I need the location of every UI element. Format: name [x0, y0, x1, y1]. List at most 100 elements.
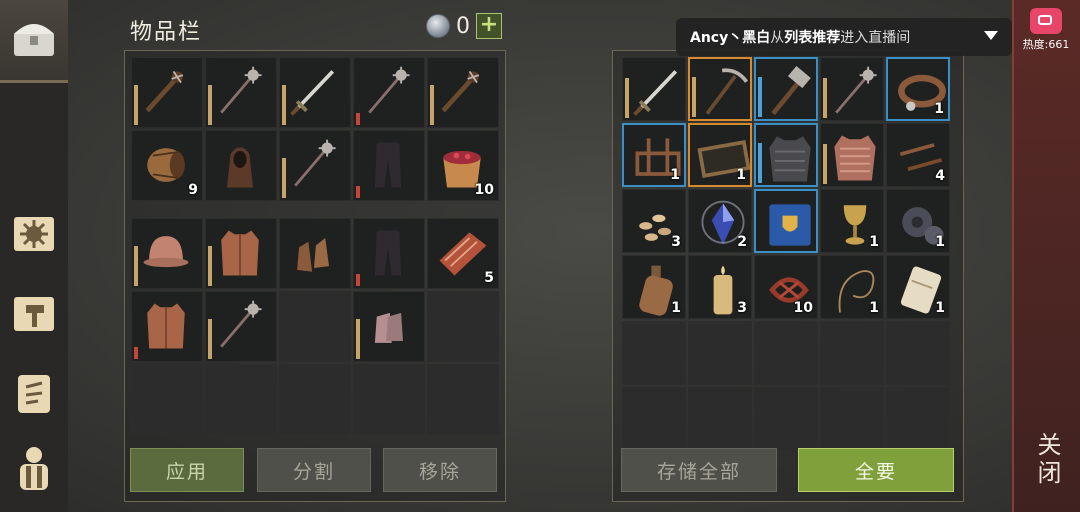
barrel-icon [147, 148, 185, 182]
stream-notice[interactable]: Ancy丶黑白 从 列表推荐 进入直播间 [676, 18, 1012, 56]
quest-scroll-icon[interactable] [6, 365, 62, 421]
item-slot[interactable]: 1 [886, 57, 950, 121]
empty-slot[interactable] [622, 387, 686, 451]
durability-bar [823, 144, 827, 184]
empty-slot[interactable] [688, 321, 752, 385]
item-slot[interactable]: 2 [688, 189, 752, 253]
gloves-icon [297, 238, 329, 272]
item-slot[interactable] [205, 130, 277, 201]
item-slot[interactable] [754, 189, 818, 253]
item-slot[interactable]: 1 [886, 189, 950, 253]
store-all-button[interactable]: 存储全部 [621, 448, 777, 492]
item-slot[interactable] [279, 57, 351, 128]
item-slot[interactable] [279, 130, 351, 201]
take-all-button[interactable]: 全要 [798, 448, 954, 492]
item-slot[interactable] [279, 218, 351, 289]
empty-slot[interactable] [820, 321, 884, 385]
item-slot[interactable]: 3 [622, 189, 686, 253]
helmet-icon [143, 236, 189, 268]
empty-slot[interactable] [353, 364, 425, 435]
item-quantity: 3 [671, 234, 681, 250]
empty-slot[interactable] [279, 364, 351, 435]
item-slot[interactable] [205, 291, 277, 362]
heat-badge[interactable]: 热度:661 [1014, 4, 1078, 60]
item-slot[interactable]: 1 [622, 123, 686, 187]
heat-label: 热度:661 [1022, 38, 1070, 51]
item-slot[interactable] [688, 57, 752, 121]
item-quantity: 4 [935, 168, 945, 184]
hammer-map-icon[interactable] [6, 285, 62, 341]
durability-bar [625, 78, 629, 118]
remove-button[interactable]: 移除 [383, 448, 497, 492]
empty-slot[interactable] [427, 291, 499, 362]
chevron-down-icon[interactable] [984, 31, 998, 40]
inventory-tab[interactable] [0, 0, 68, 83]
item-slot[interactable]: 10 [754, 255, 818, 319]
item-slot[interactable] [131, 57, 203, 128]
item-slot[interactable]: 1 [820, 255, 884, 319]
close-button[interactable]: 关闭 [1030, 432, 1065, 488]
split-button[interactable]: 分割 [257, 448, 371, 492]
sword-icon [290, 70, 335, 116]
item-slot[interactable] [353, 57, 425, 128]
empty-slot[interactable] [754, 321, 818, 385]
inventory-grid: 9 10 [131, 57, 499, 201]
item-slot[interactable] [205, 218, 277, 289]
durability-bar [356, 186, 360, 198]
item-slot[interactable] [131, 218, 203, 289]
item-slot[interactable] [353, 218, 425, 289]
mace-icon [368, 66, 410, 114]
item-slot[interactable] [754, 123, 818, 187]
item-quantity: 10 [474, 182, 494, 198]
empty-slot[interactable] [754, 387, 818, 451]
currency-display: 0 + [426, 13, 502, 39]
empty-slot[interactable] [622, 321, 686, 385]
item-slot[interactable] [205, 57, 277, 128]
item-slot[interactable] [353, 130, 425, 201]
item-slot[interactable]: 5 [427, 218, 499, 289]
item-slot[interactable]: 1 [820, 189, 884, 253]
item-slot[interactable] [622, 57, 686, 121]
item-slot[interactable]: 1 [886, 255, 950, 319]
durability-bar [758, 77, 762, 117]
item-slot[interactable]: 9 [131, 130, 203, 201]
empty-slot[interactable] [131, 364, 203, 435]
item-slot[interactable]: 4 [886, 123, 950, 187]
item-slot[interactable]: 3 [688, 255, 752, 319]
empty-slot[interactable] [688, 387, 752, 451]
durability-bar [356, 319, 360, 359]
item-slot[interactable]: 1 [688, 123, 752, 187]
item-slot[interactable] [820, 123, 884, 187]
durability-bar [208, 85, 212, 125]
item-quantity: 10 [793, 300, 813, 316]
item-slot[interactable] [131, 291, 203, 362]
item-slot[interactable] [353, 291, 425, 362]
item-slot[interactable]: 10 [427, 130, 499, 201]
character-icon[interactable] [6, 440, 62, 496]
empty-slot[interactable] [427, 364, 499, 435]
durability-bar [430, 85, 434, 125]
item-slot[interactable] [427, 57, 499, 128]
stream-action: 进入直播间 [840, 30, 911, 46]
item-slot[interactable]: 1 [622, 255, 686, 319]
empty-slot[interactable] [279, 291, 351, 362]
hood-icon [226, 147, 254, 188]
empty-slot[interactable] [205, 364, 277, 435]
crafting-icon[interactable] [6, 205, 62, 261]
empty-slot[interactable] [886, 321, 950, 385]
durability-bar [692, 77, 696, 117]
item-slot[interactable] [754, 57, 818, 121]
pickaxe-icon [705, 68, 749, 115]
item-quantity: 1 [670, 167, 680, 183]
empty-slot[interactable] [820, 387, 884, 451]
add-currency-button[interactable]: + [476, 13, 502, 39]
apply-button[interactable]: 应用 [130, 448, 244, 492]
gambeson-icon [221, 230, 259, 276]
stream-source: 列表推荐 [784, 30, 841, 46]
item-slot[interactable] [820, 57, 884, 121]
durability-bar [282, 158, 286, 198]
durability-bar [356, 113, 360, 125]
stream-user: Ancy丶黑白 [690, 30, 771, 46]
item-quantity: 1 [736, 167, 746, 183]
empty-slot[interactable] [886, 387, 950, 451]
